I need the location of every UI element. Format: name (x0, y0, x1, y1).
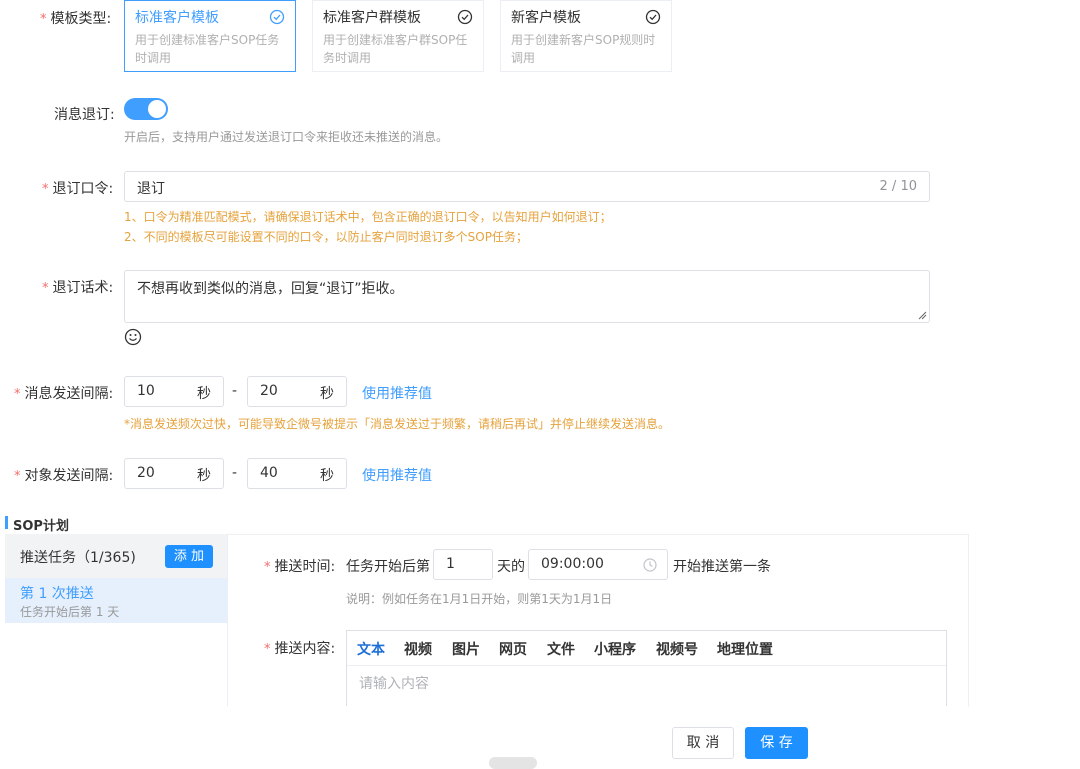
tab-text[interactable]: 文本 (357, 639, 385, 659)
template-type-label: * 模板类型: (40, 11, 112, 27)
clock-icon (643, 558, 657, 572)
save-button[interactable]: 保 存 (745, 727, 808, 759)
range-dash: - (232, 383, 238, 399)
template-card-standard-group[interactable]: 标准客户群模板 用于创建标准客户群SOP任务时调用 (312, 0, 484, 72)
template-card-title: 标准客户群模板 (323, 10, 421, 26)
check-circle-icon (457, 9, 473, 25)
keyword-label: * 退订口令: (42, 181, 114, 197)
unit-seconds: 秒 (197, 386, 211, 402)
task-list-item[interactable]: 第 1 次推送 任务开始后第 1 天 (5, 578, 227, 623)
unsubscribe-hint: 开启后，支持用户通过发送退订口令来拒收还未推送的消息。 (124, 130, 449, 144)
obj-interval-max-value: 40 (260, 465, 278, 481)
msg-interval-warning: *消息发送频次过快，可能导致企微号被提示「消息发送过于频繁，请稍后再试」并停止继… (124, 417, 671, 431)
task-panel-header: 推送任务（1/365) 添 加 (5, 534, 227, 578)
push-day-input[interactable]: 1 (433, 549, 493, 580)
content-input-placeholder[interactable]: 请输入内容 (359, 673, 429, 693)
template-card-new-customer[interactable]: 新客户模板 用于创建新客户SOP规则时调用 (500, 0, 672, 72)
tab-mini-program[interactable]: 小程序 (594, 639, 636, 659)
template-card-desc: 用于创建标准客户SOP任务时调用 (135, 33, 280, 65)
push-time-picker[interactable]: 09:00:00 (528, 549, 668, 580)
keyword-counter: 2 / 10 (879, 179, 917, 194)
msg-interval-min-input[interactable]: 10 秒 (124, 376, 224, 407)
script-textarea[interactable]: 不想再收到类似的消息，回复“退订”拒收。 (124, 270, 930, 323)
push-content-label: * 推送内容: (264, 641, 336, 657)
script-label: * 退订话术: (42, 280, 114, 296)
tab-channels[interactable]: 视频号 (656, 639, 698, 659)
check-circle-icon (645, 9, 661, 25)
push-time-note: 说明：例如任务在1月1日开始，则第1天为1月1日 (346, 592, 613, 606)
push-time-suffix: 开始推送第一条 (673, 559, 771, 575)
task-panel: 推送任务（1/365) 添 加 第 1 次推送 任务开始后第 1 天 (5, 534, 228, 706)
template-card-title: 新客户模板 (511, 10, 581, 26)
template-card-title: 标准客户模板 (135, 10, 219, 26)
unit-seconds: 秒 (320, 468, 334, 484)
push-day-suffix: 天的 (497, 559, 525, 575)
keyword-tip-2: 2、不同的模板尽可能设置不同的口令，以防止客户同时退订多个SOP任务； (124, 230, 528, 244)
template-card-desc: 用于创建标准客户群SOP任务时调用 (323, 33, 468, 65)
tab-file[interactable]: 文件 (547, 639, 575, 659)
tab-video[interactable]: 视频 (404, 639, 432, 659)
template-card-standard-customer[interactable]: 标准客户模板 用于创建标准客户SOP任务时调用 (124, 0, 296, 72)
push-time-prefix: 任务开始后第 (346, 559, 430, 575)
msg-interval-max-value: 20 (260, 383, 278, 399)
obj-interval-min-value: 20 (137, 465, 155, 481)
template-card-desc: 用于创建新客户SOP规则时调用 (511, 33, 656, 65)
script-value: 不想再收到类似的消息，回复“退订”拒收。 (137, 281, 404, 297)
sop-section-title: SOP计划 (13, 519, 69, 534)
check-circle-icon (269, 9, 285, 25)
obj-interval-recommend-link[interactable]: 使用推荐值 (362, 465, 432, 485)
resize-handle-icon[interactable] (917, 310, 927, 320)
push-day-value: 1 (446, 556, 455, 572)
msg-interval-min-value: 10 (137, 383, 155, 399)
tab-webpage[interactable]: 网页 (499, 639, 527, 659)
task-item-sub: 任务开始后第 1 天 (20, 605, 120, 619)
task-count: 推送任务（1/365) (20, 550, 136, 566)
scroll-handle[interactable] (489, 757, 537, 769)
unsubscribe-label: 消息退订: (54, 107, 115, 123)
msg-interval-max-input[interactable]: 20 秒 (247, 376, 347, 407)
content-editor: 文本 视频 图片 网页 文件 小程序 视频号 地理位置 请输入内容 (346, 630, 947, 706)
unsubscribe-switch[interactable] (124, 98, 168, 120)
obj-interval-max-input[interactable]: 40 秒 (247, 458, 347, 489)
keyword-input[interactable]: 退订 2 / 10 (124, 171, 930, 202)
content-type-tabs: 文本 视频 图片 网页 文件 小程序 视频号 地理位置 (347, 631, 946, 666)
tab-location[interactable]: 地理位置 (717, 639, 773, 659)
switch-knob (148, 100, 166, 118)
obj-interval-label: * 对象发送间隔: (14, 468, 114, 484)
obj-interval-min-input[interactable]: 20 秒 (124, 458, 224, 489)
smiley-icon[interactable] (124, 328, 142, 346)
section-marker (5, 516, 8, 529)
msg-interval-label: * 消息发送间隔: (14, 386, 114, 402)
keyword-value: 退订 (137, 181, 165, 197)
keyword-tip-1: 1、口令为精准匹配模式，请确保退订话术中，包含正确的退订口令，以告知用户如何退订… (124, 210, 612, 224)
add-task-button[interactable]: 添 加 (165, 545, 213, 568)
task-item-name: 第 1 次推送 (20, 586, 94, 602)
push-time-value: 09:00:00 (541, 556, 604, 572)
unit-seconds: 秒 (320, 386, 334, 402)
push-time-label: * 推送时间: (264, 559, 336, 575)
unit-seconds: 秒 (197, 468, 211, 484)
cancel-button[interactable]: 取 消 (672, 727, 734, 759)
tab-image[interactable]: 图片 (452, 639, 480, 659)
range-dash: - (232, 465, 238, 481)
msg-interval-recommend-link[interactable]: 使用推荐值 (362, 383, 432, 403)
